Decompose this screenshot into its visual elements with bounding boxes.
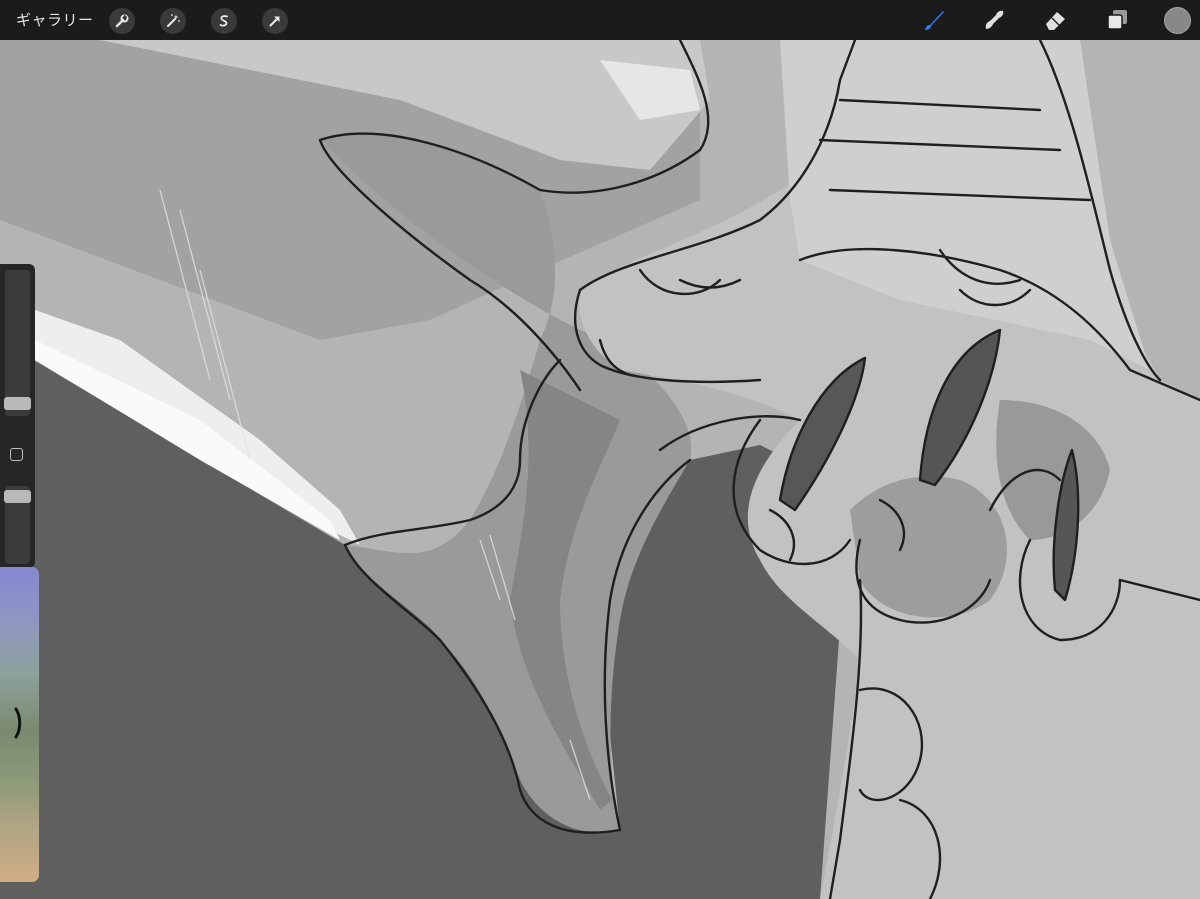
- drawing-canvas[interactable]: [0, 40, 1200, 899]
- brush-size-slider[interactable]: [5, 270, 30, 416]
- panel-handle-icon[interactable]: [12, 705, 24, 741]
- actions-wrench-icon[interactable]: [109, 8, 135, 34]
- brush-size-handle[interactable]: [4, 397, 31, 410]
- eraser-icon[interactable]: [1042, 6, 1070, 34]
- layers-icon[interactable]: [1103, 6, 1131, 34]
- top-toolbar: ギャラリー: [0, 0, 1200, 40]
- opacity-handle[interactable]: [4, 490, 31, 503]
- modify-button[interactable]: [10, 448, 23, 461]
- adjustments-magic-wand-icon[interactable]: [160, 8, 186, 34]
- selection-s-icon[interactable]: [211, 8, 237, 34]
- brush-icon[interactable]: [920, 6, 948, 34]
- transform-arrow-icon[interactable]: [262, 8, 288, 34]
- brush-sidebar: [0, 264, 35, 568]
- smudge-icon[interactable]: [980, 6, 1008, 34]
- gallery-button[interactable]: ギャラリー: [16, 0, 94, 40]
- color-picker-swatch[interactable]: [1164, 7, 1191, 34]
- reference-panel[interactable]: [0, 567, 39, 882]
